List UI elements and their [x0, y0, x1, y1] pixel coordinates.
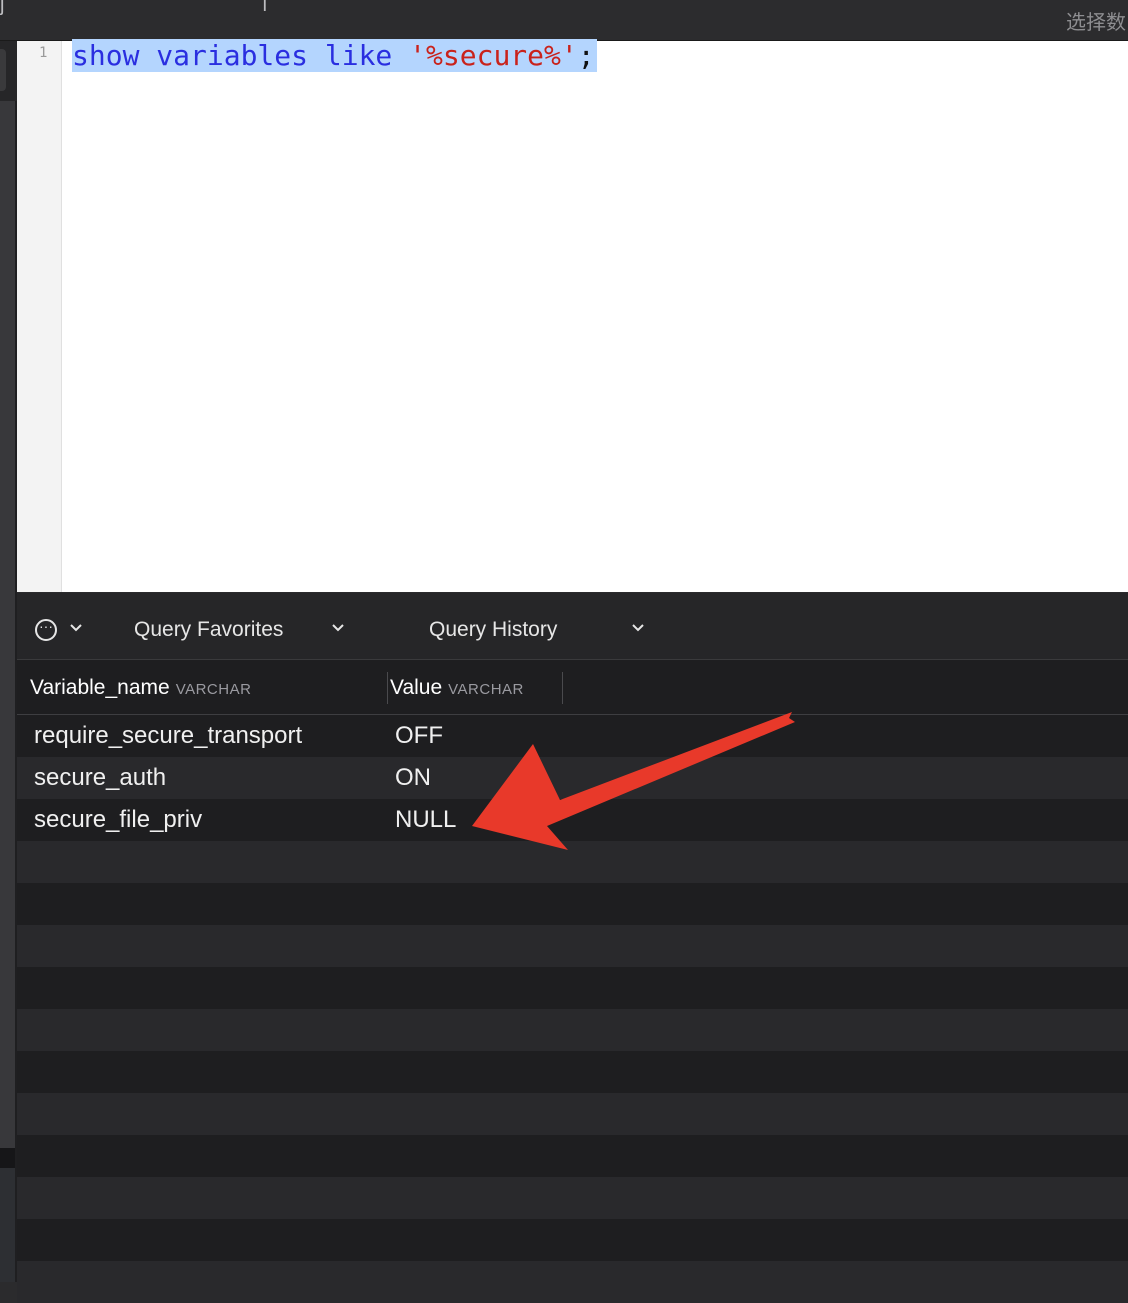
empty-row	[17, 925, 1128, 967]
left-sidebar-edge	[0, 41, 17, 1282]
results-header: Variable_name VARCHAR Value VARCHAR	[17, 660, 1128, 715]
title-fragment: ı	[262, 0, 268, 16]
sidebar-handle[interactable]	[0, 49, 6, 91]
column-header-value[interactable]: Value VARCHAR	[390, 676, 524, 700]
cell-value[interactable]: ON	[395, 764, 431, 792]
chevron-down-icon[interactable]	[630, 620, 646, 641]
cell-value[interactable]: OFF	[395, 722, 443, 750]
query-toolbar: ··· Query Favorites Query History	[17, 593, 1128, 660]
code-string: '%secure%'	[409, 39, 578, 72]
chevron-down-icon[interactable]	[330, 620, 346, 641]
title-bar: ȷ ı 选择数	[0, 0, 1128, 41]
chevron-down-icon[interactable]	[68, 620, 84, 641]
cell-variable-name[interactable]: secure_file_priv	[34, 806, 202, 834]
cell-variable-name[interactable]: require_secure_transport	[34, 722, 302, 750]
empty-row	[17, 1135, 1128, 1177]
column-divider[interactable]	[387, 672, 388, 704]
more-options-icon[interactable]: ···	[35, 619, 57, 641]
line-number: 1	[39, 45, 48, 61]
query-history-button[interactable]: Query History	[429, 618, 557, 642]
table-row[interactable]: secure_auth ON	[17, 757, 1128, 799]
empty-row	[17, 967, 1128, 1009]
top-right-label: 选择数	[1066, 10, 1126, 34]
title-fragment: ȷ	[0, 0, 5, 16]
line-gutter: 1	[17, 41, 62, 592]
empty-row	[17, 883, 1128, 925]
column-divider[interactable]	[562, 672, 563, 704]
code-line[interactable]: show variables like '%secure%';	[72, 39, 597, 72]
empty-row	[17, 1177, 1128, 1219]
empty-row	[17, 1219, 1128, 1261]
empty-row	[17, 1009, 1128, 1051]
code-keywords: show variables like	[72, 39, 393, 72]
code-semicolon: ;	[577, 39, 595, 72]
sql-editor[interactable]: 1 show variables like '%secure%';	[17, 39, 1128, 592]
table-row[interactable]: require_secure_transport OFF	[17, 715, 1128, 757]
empty-row	[17, 1051, 1128, 1093]
table-row[interactable]: secure_file_priv NULL	[17, 799, 1128, 841]
results-table: require_secure_transport OFF secure_auth…	[17, 715, 1128, 1303]
cell-variable-name[interactable]: secure_auth	[34, 764, 166, 792]
empty-row	[17, 841, 1128, 883]
cell-value[interactable]: NULL	[395, 806, 456, 834]
query-favorites-button[interactable]: Query Favorites	[134, 618, 283, 642]
selection-highlight: show variables like '%secure%';	[72, 39, 597, 72]
empty-row	[17, 1261, 1128, 1303]
empty-row	[17, 1093, 1128, 1135]
column-header-variable-name[interactable]: Variable_name VARCHAR	[30, 676, 251, 700]
